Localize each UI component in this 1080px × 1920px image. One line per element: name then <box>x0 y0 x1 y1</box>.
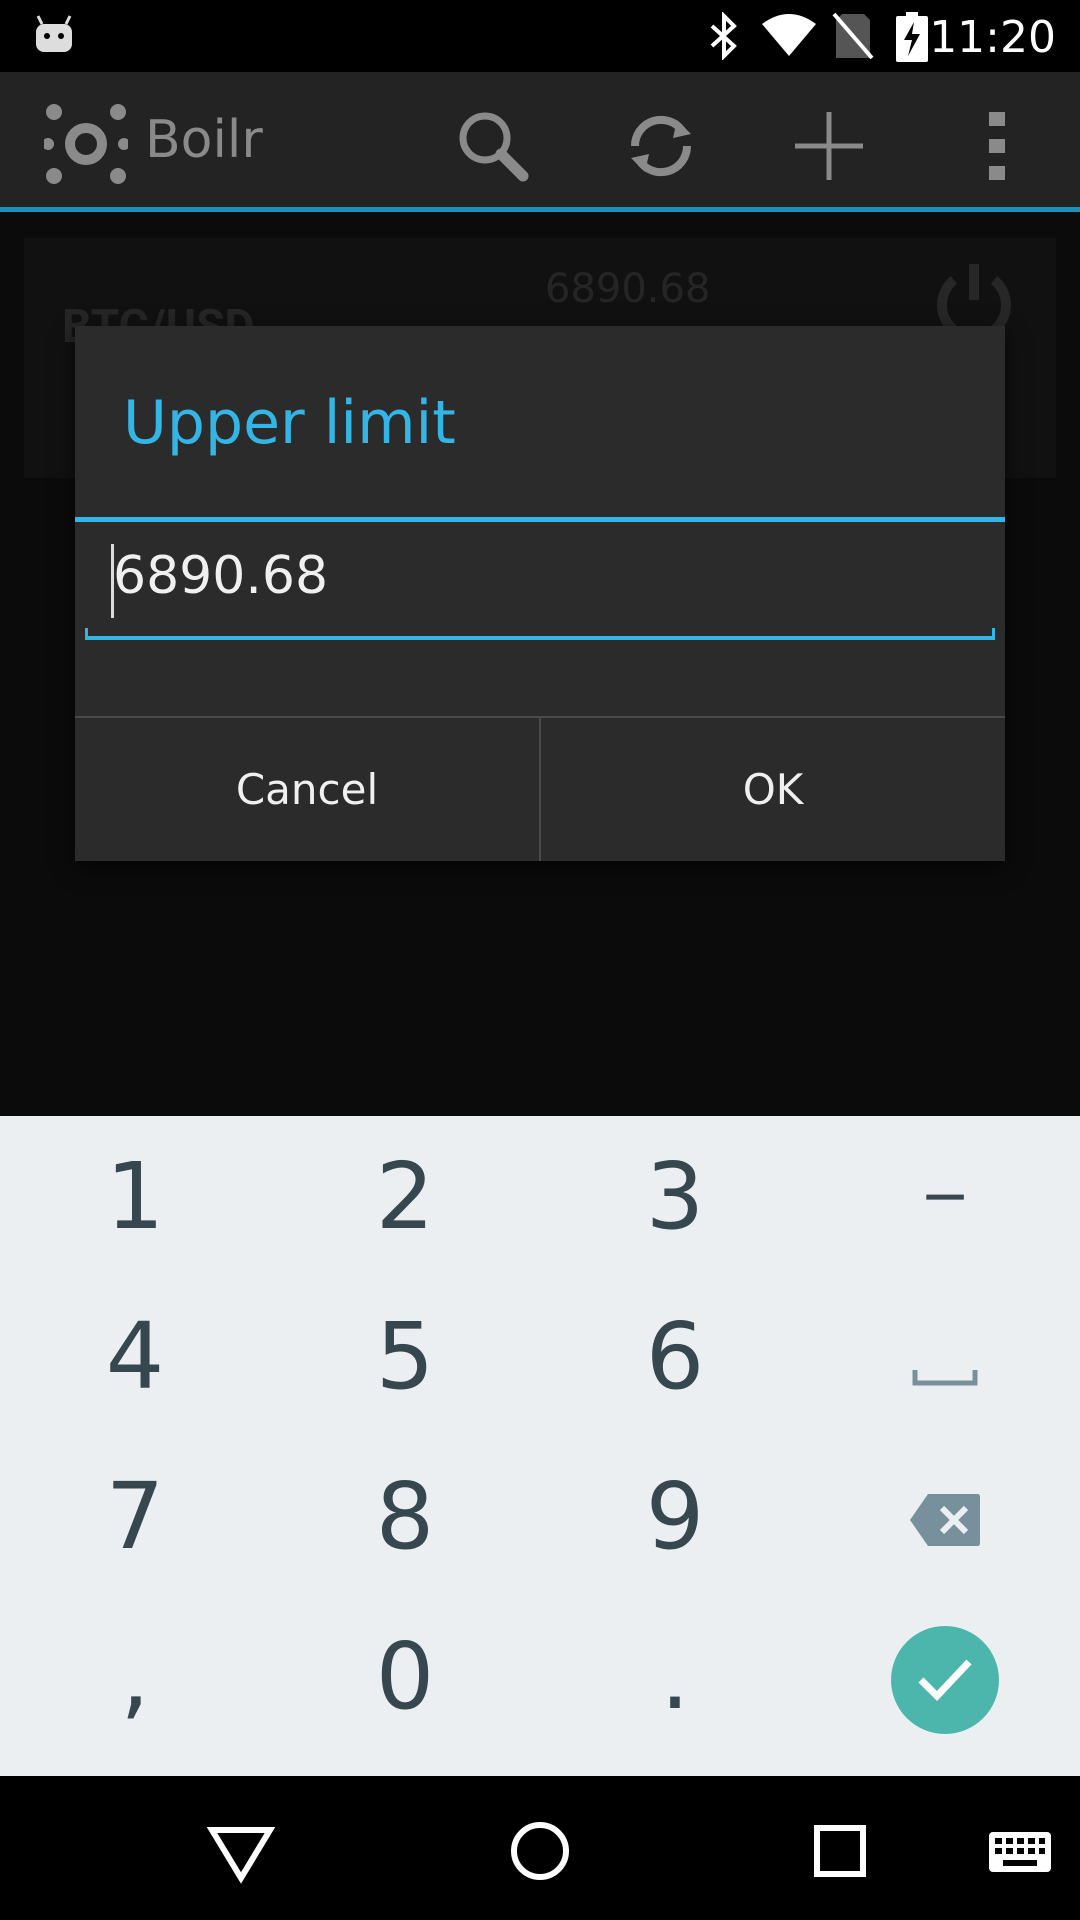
battery-charging-icon <box>896 12 928 66</box>
back-icon <box>196 1827 286 1899</box>
recents-button[interactable] <box>795 1806 885 1896</box>
add-icon <box>789 111 869 189</box>
key-7[interactable]: 7 <box>0 1436 270 1596</box>
key-8[interactable]: 8 <box>270 1436 540 1596</box>
key-comma[interactable]: , <box>0 1596 270 1756</box>
recents-icon <box>795 1825 885 1899</box>
search-icon <box>453 112 533 189</box>
key-space[interactable] <box>810 1276 1080 1436</box>
home-icon <box>495 1822 585 1899</box>
home-button[interactable] <box>495 1806 585 1896</box>
android-debug-icon <box>34 14 74 58</box>
key-0[interactable]: 0 <box>270 1596 540 1756</box>
key-6[interactable]: 6 <box>540 1276 810 1436</box>
upper-limit-dialog: Upper limit Cancel OK <box>75 326 1005 861</box>
back-button[interactable] <box>196 1806 286 1896</box>
status-bar: 11:20 <box>0 0 1080 72</box>
key-1[interactable]: 1 <box>0 1116 270 1276</box>
keyboard-switch-button[interactable] <box>975 1806 1065 1896</box>
app-logo-icon <box>42 102 130 190</box>
key-backspace[interactable] <box>810 1436 1080 1596</box>
wifi-icon <box>760 12 818 62</box>
add-button[interactable] <box>784 102 874 192</box>
cancel-button[interactable]: Cancel <box>75 718 539 861</box>
dialog-title: Upper limit <box>123 388 456 458</box>
bluetooth-icon <box>704 11 744 64</box>
key-3[interactable]: 3 <box>540 1116 810 1276</box>
no-sim-icon <box>832 12 874 64</box>
app-title: Boilr <box>145 110 263 170</box>
dialog-title-divider <box>75 517 1005 522</box>
screen: 11:20 Boilr 6890.68 Upper limit 6890.68 … <box>0 0 1080 1920</box>
overflow-menu-icon <box>957 111 1037 189</box>
overflow-menu-button[interactable] <box>952 102 1042 192</box>
key-9[interactable]: 9 <box>540 1436 810 1596</box>
key-period[interactable]: . <box>540 1596 810 1756</box>
text-cursor <box>111 544 114 618</box>
space-icon <box>912 1303 978 1410</box>
ok-button[interactable]: OK <box>541 718 1005 861</box>
key-4[interactable]: 4 <box>0 1276 270 1436</box>
navigation-bar <box>0 1776 1080 1920</box>
key-minus[interactable]: − <box>810 1116 1080 1276</box>
backspace-icon <box>908 1463 982 1570</box>
app-bar: Boilr <box>0 72 1080 212</box>
keyboard-switch-icon <box>975 1832 1065 1899</box>
upper-limit-input[interactable] <box>85 536 995 616</box>
input-underline <box>85 628 995 640</box>
key-5[interactable]: 5 <box>270 1276 540 1436</box>
numeric-keyboard: 1 2 3 − 4 5 6 7 8 9 , 0 . <box>0 1116 1080 1776</box>
key-2[interactable]: 2 <box>270 1116 540 1276</box>
key-done[interactable] <box>891 1626 999 1734</box>
search-button[interactable] <box>448 102 538 192</box>
clock: 11:20 <box>929 12 1056 63</box>
refresh-button[interactable] <box>616 102 706 192</box>
checkmark-icon <box>917 1656 973 1706</box>
refresh-icon <box>621 115 701 189</box>
